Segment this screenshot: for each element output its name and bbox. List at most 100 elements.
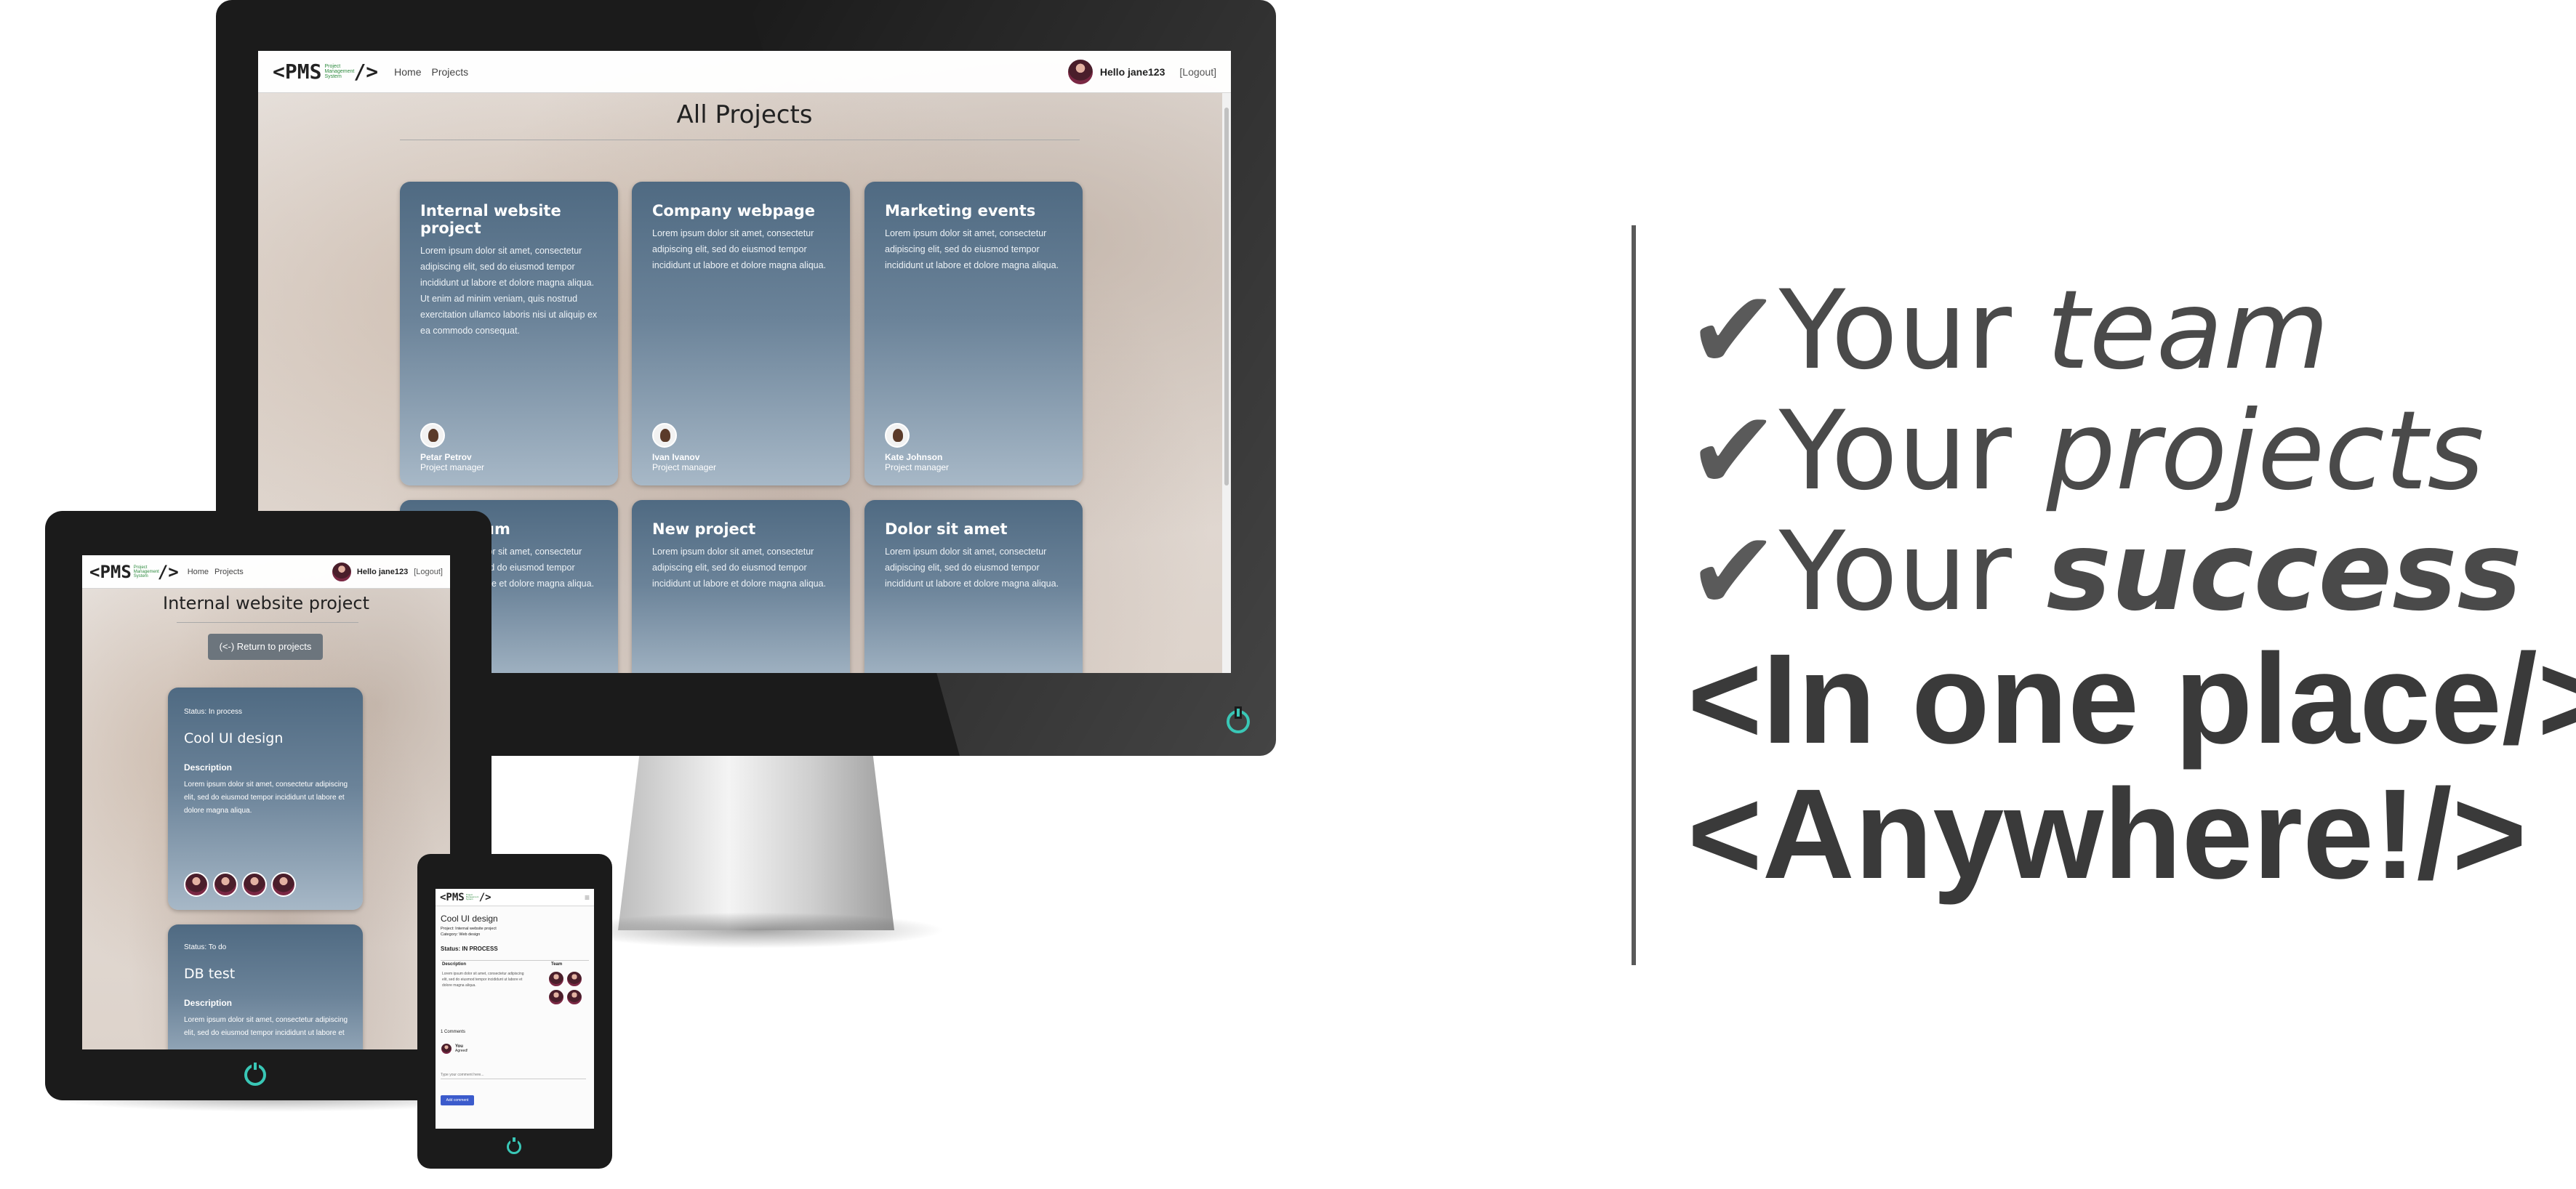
project-line: Project: Internal website project [441, 927, 497, 931]
user-avatar[interactable] [330, 560, 353, 583]
manager-name: Kate Johnson [885, 452, 943, 462]
comment-avatar [441, 1043, 452, 1055]
task-title: DB test [184, 966, 236, 982]
desktop-user-box: Hello jane123 [Logout] [1066, 57, 1216, 86]
project-card[interactable]: Internal website project Lorem ipsum dol… [400, 182, 618, 485]
task-description: Lorem ipsum dolor sit amet, consectetur … [184, 1016, 348, 1037]
hamburger-menu-icon[interactable]: ≡ [585, 892, 590, 903]
desktop-navbar: <PMS Project Management System /> Home P… [258, 51, 1231, 93]
task-title: Cool UI design [184, 730, 284, 746]
monitor-power-icon[interactable] [1227, 710, 1250, 733]
manager-name: Ivan Ivanov [652, 452, 700, 462]
comments-label: 1 Comments [441, 1030, 466, 1034]
project-card-text: Lorem ipsum dolor sit amet, consectetur … [652, 547, 827, 589]
user-greeting: Hello jane123 [356, 567, 409, 576]
project-card-text: Lorem ipsum dolor sit amet, consectetur … [885, 228, 1059, 270]
manager-role: Project manager [885, 462, 950, 472]
logout-link[interactable]: [Logout] [414, 568, 443, 576]
tablet-logo[interactable]: <PMS Project Management System /> [89, 562, 179, 582]
project-card-title: Company webpage [652, 202, 816, 219]
project-card[interactable]: New project Lorem ipsum dolor sit amet, … [632, 500, 850, 673]
manager-avatar [420, 423, 445, 448]
team-member-avatar[interactable] [271, 872, 296, 897]
user-avatar[interactable] [1066, 57, 1094, 86]
project-card-title: New project [652, 520, 756, 538]
comment-text: Agreed! [455, 1049, 468, 1053]
phone-screen: <PMS Project Management System /> ≡ Cool… [436, 889, 594, 1129]
title-divider [177, 622, 358, 623]
project-card[interactable]: Dolor sit amet Lorem ipsum dolor sit ame… [864, 500, 1083, 673]
project-card-text: Lorem ipsum dolor sit amet, consectetur … [885, 547, 1059, 589]
slogan-line-team: ✔Your team [1688, 267, 2330, 394]
phone-logo[interactable]: <PMS Project Management System /> [440, 892, 491, 903]
manager-name: Petar Petrov [420, 452, 472, 462]
page-title: All Projects [676, 100, 813, 129]
team-member-avatar[interactable] [184, 872, 209, 897]
team-avatars [548, 971, 587, 1005]
project-card[interactable]: Marketing events Lorem ipsum dolor sit a… [864, 182, 1083, 485]
monitor-stand [618, 749, 894, 930]
team-member-avatar[interactable] [566, 989, 582, 1005]
slogan-line-projects: ✔Your projects [1688, 388, 2484, 515]
task-card[interactable]: Status: In process Cool UI design Descri… [168, 688, 363, 910]
task-description-label: Description [184, 762, 233, 773]
comment: You Agreed! [441, 1043, 468, 1055]
slogan-line-anywhere: <Anywhere!/> [1688, 763, 2527, 906]
team-member-avatar[interactable] [213, 872, 238, 897]
column-team: Team [551, 962, 563, 967]
project-card[interactable]: Company webpage Lorem ipsum dolor sit am… [632, 182, 850, 485]
add-comment-button[interactable]: Add comment [441, 1095, 474, 1105]
project-card-text: Lorem ipsum dolor sit amet, consectetur … [420, 246, 598, 336]
details-table: Description Team Lorem ipsum dolor sit a… [441, 960, 589, 1005]
page-title: Internal website project [162, 593, 370, 613]
manager-avatar [885, 423, 910, 448]
nav-home-link[interactable]: Home [188, 568, 209, 576]
nav-home-link[interactable]: Home [394, 66, 421, 78]
task-status: Status: In process [184, 708, 243, 716]
logout-link[interactable]: [Logout] [1179, 66, 1216, 78]
project-manager: Petar Petrov Project manager [420, 423, 484, 472]
manager-role: Project manager [420, 462, 485, 472]
task-title: Cool UI design [441, 914, 498, 924]
task-description-label: Description [184, 998, 233, 1008]
slogan-divider [1632, 225, 1636, 965]
scrollbar[interactable] [1222, 93, 1231, 673]
project-manager: Kate Johnson Project manager [885, 423, 949, 472]
user-greeting: Hello jane123 [1099, 65, 1165, 78]
monitor-base-shadow [567, 912, 945, 948]
slogan-line-success: ✔Your success [1688, 509, 2522, 635]
team-member-avatar[interactable] [566, 971, 582, 987]
task-card[interactable]: Status: To do DB test Description Lorem … [168, 924, 363, 1049]
desktop-logo[interactable]: <PMS Project Management System /> [273, 60, 378, 84]
checkmark-icon: ✔ [1688, 388, 1779, 515]
description-cell: Lorem ipsum dolor sit amet, consectetur … [442, 972, 524, 988]
team-member-avatar[interactable] [242, 872, 267, 897]
scrollbar-thumb[interactable] [1224, 108, 1229, 485]
project-card-title: Dolor sit amet [885, 520, 1008, 538]
category-line: Category: Web design [441, 932, 481, 937]
project-card-title: Marketing events [885, 202, 1036, 219]
task-team [184, 872, 296, 897]
comment-input[interactable] [441, 1071, 586, 1079]
tablet-screen: <PMS Project Management System /> Home P… [82, 555, 450, 1049]
nav-projects-link[interactable]: Projects [432, 66, 469, 78]
phone-navbar: <PMS Project Management System /> ≡ [436, 889, 594, 906]
tablet-power-icon[interactable] [244, 1064, 266, 1086]
tablet-navbar: <PMS Project Management System /> Home P… [82, 555, 450, 589]
task-status: Status: IN PROCESS [441, 946, 498, 952]
task-status: Status: To do [184, 943, 227, 951]
nav-projects-link[interactable]: Projects [214, 568, 244, 576]
tablet-user-box: Hello jane123 [Logout] [330, 560, 443, 583]
task-description: Lorem ipsum dolor sit amet, consectetur … [184, 781, 348, 815]
team-member-avatar[interactable] [548, 989, 564, 1005]
column-description: Description [442, 962, 467, 967]
phone-power-icon[interactable] [507, 1140, 521, 1154]
slogan-line-one-place: <In one place/> [1688, 628, 2576, 770]
return-button[interactable]: (<-) Return to projects [208, 634, 323, 660]
manager-avatar [652, 423, 677, 448]
project-card-title: um [483, 520, 510, 538]
team-member-avatar[interactable] [548, 971, 564, 987]
checkmark-icon: ✔ [1688, 267, 1779, 394]
project-card-text: Lorem ipsum dolor sit amet, consectetur … [652, 228, 827, 270]
project-card-title: Internal website project [420, 202, 561, 237]
